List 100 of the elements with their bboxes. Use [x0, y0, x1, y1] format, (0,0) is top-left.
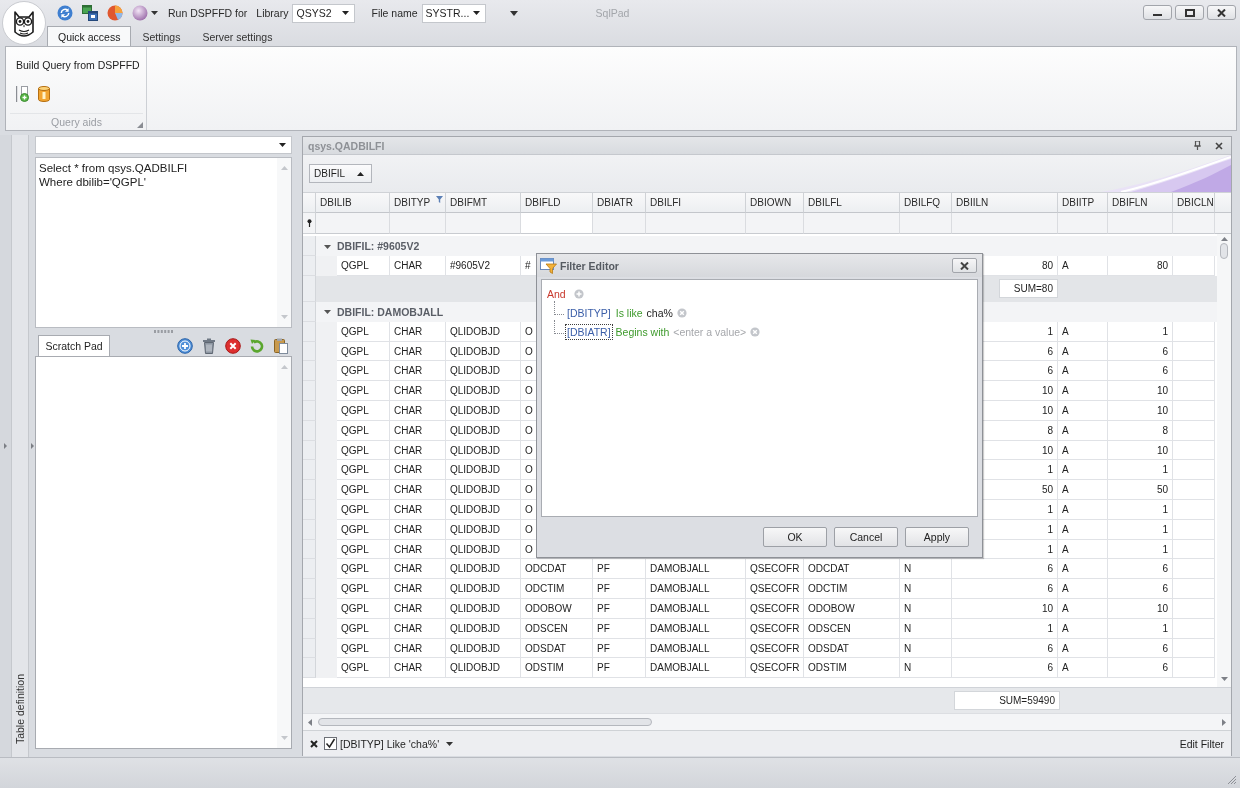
launcher-icon[interactable]: [137, 122, 143, 128]
scratch-pad-tab[interactable]: Scratch Pad: [38, 335, 110, 356]
field-name[interactable]: [DBITYP]: [565, 304, 613, 321]
table-cell: A: [1058, 539, 1108, 560]
file-name-dropdown[interactable]: SYSTR...: [421, 3, 486, 23]
operation[interactable]: Begins with: [615, 325, 670, 338]
database-icon[interactable]: [38, 86, 50, 102]
clipboard-icon[interactable]: [273, 337, 289, 354]
vertical-scrollbar[interactable]: [277, 158, 291, 327]
scrollbar-thumb[interactable]: [1220, 243, 1228, 259]
table-cell: PF: [593, 579, 646, 599]
scroll-right-icon[interactable]: [1222, 718, 1226, 726]
table-cell: QLIDOBJD: [446, 519, 521, 540]
group-operator[interactable]: And: [547, 287, 566, 300]
table-cell: CHAR: [390, 256, 446, 276]
remove-icon[interactable]: [750, 326, 761, 337]
filter-checkbox[interactable]: [324, 737, 337, 750]
table-cell: ODSDAT: [521, 638, 593, 659]
empty-cell: [1173, 460, 1215, 481]
resize-grip-icon[interactable]: [1227, 775, 1237, 785]
operation[interactable]: Is like: [615, 306, 643, 319]
field-name[interactable]: [DBIATR]: [565, 323, 613, 340]
windows-icon[interactable]: [82, 5, 98, 21]
library-label: Library: [256, 7, 289, 19]
minimize-button[interactable]: [1143, 5, 1172, 20]
expand-arrow-icon[interactable]: [30, 443, 34, 449]
refresh-icon[interactable]: [249, 337, 265, 354]
table-cell: QGPL: [337, 256, 390, 276]
table-cell: A: [1058, 480, 1108, 500]
ribbon-tab[interactable]: Quick access: [47, 26, 132, 46]
delete-icon[interactable]: [225, 337, 241, 354]
sql-editor-field[interactable]: Select * from qsys.QADBILFI Where dbilib='QGPL': [35, 157, 292, 328]
table-cell: QSECOFR: [746, 618, 804, 639]
pie-chart-icon[interactable]: [107, 5, 123, 21]
table-cell: QLIDOBJD: [446, 618, 521, 639]
customize-caret-icon[interactable]: [509, 10, 518, 16]
close-button[interactable]: [1207, 5, 1236, 20]
table-cell: N: [900, 579, 952, 599]
add-icon[interactable]: [177, 337, 193, 354]
table-cell: 6: [952, 658, 1058, 679]
group-caption: Query aids: [51, 116, 102, 128]
empty-cell: [1173, 559, 1215, 580]
table-cell: QGPL: [337, 519, 390, 540]
table-cell: PF: [593, 618, 646, 639]
maximize-button[interactable]: [1175, 5, 1204, 20]
filter-cell[interactable]: [521, 213, 593, 234]
table-cell: N: [900, 638, 952, 659]
scroll-down-icon[interactable]: [1220, 677, 1228, 681]
refresh-icon[interactable]: [57, 5, 73, 21]
table-cell: QGPL: [337, 638, 390, 659]
table-cell: QSECOFR: [746, 658, 804, 679]
table-cell: 6: [1108, 341, 1173, 362]
table-cell: A: [1058, 658, 1108, 679]
ribbon-tab[interactable]: Settings: [131, 26, 192, 46]
dialog-button[interactable]: Apply: [905, 527, 969, 547]
dialog-button[interactable]: OK: [763, 527, 827, 547]
total-summary: SUM=59490: [954, 691, 1060, 710]
dialog-button[interactable]: Cancel: [834, 527, 898, 547]
scroll-up-icon[interactable]: [1220, 237, 1228, 241]
empty-cell: [1173, 361, 1215, 382]
table-cell: 6: [952, 559, 1058, 580]
horizontal-scrollbar[interactable]: [303, 713, 1231, 730]
splitter-grip-icon[interactable]: [154, 330, 173, 333]
filter-icon[interactable]: [436, 196, 443, 203]
scroll-up-icon[interactable]: [280, 365, 288, 369]
expand-arrow-icon[interactable]: [4, 443, 7, 449]
scroll-left-icon[interactable]: [308, 718, 312, 726]
table-definition-tab[interactable]: Table definition: [14, 670, 26, 747]
remove-icon[interactable]: [676, 307, 687, 318]
trash-icon[interactable]: [201, 337, 217, 354]
expand-icon[interactable]: [324, 242, 331, 250]
table-cell: CHAR: [390, 658, 446, 679]
sphere-dropdown-button[interactable]: [132, 5, 158, 21]
group-indent: [316, 658, 337, 679]
group-title: Build Query from DSPFFD: [16, 59, 141, 71]
run-label: Run DSPFFD for: [168, 7, 248, 19]
close-button[interactable]: [952, 258, 977, 273]
scroll-up-icon[interactable]: [280, 166, 288, 170]
scratch-pad-field[interactable]: [35, 356, 292, 749]
caret-icon[interactable]: [446, 741, 454, 746]
edit-filter-link[interactable]: Edit Filter: [1179, 737, 1224, 750]
scroll-down-icon[interactable]: [280, 315, 288, 319]
vertical-scrollbar[interactable]: [277, 357, 291, 748]
query-selector-field[interactable]: [35, 136, 292, 154]
scrollbar-thumb[interactable]: [318, 718, 652, 726]
group-by-button[interactable]: DBIFIL: [309, 164, 372, 183]
table-cell: CHAR: [390, 579, 446, 599]
value-field[interactable]: cha%: [646, 306, 673, 319]
filter-text[interactable]: [DBITYP] Like 'cha%': [340, 737, 440, 750]
owl-icon[interactable]: [1, 1, 46, 45]
expand-icon[interactable]: [324, 308, 331, 316]
vertical-scrollbar[interactable]: [1217, 234, 1231, 687]
table-cell: ODCDAT: [521, 559, 593, 580]
library-dropdown[interactable]: QSYS2: [292, 3, 356, 23]
close-icon[interactable]: [1215, 141, 1223, 150]
clear-filter-icon[interactable]: [310, 739, 318, 748]
page-add-icon[interactable]: [16, 85, 30, 103]
scroll-down-icon[interactable]: [280, 736, 288, 740]
pin-icon[interactable]: [1194, 141, 1201, 150]
ribbon-tab[interactable]: Server settings: [191, 26, 284, 46]
